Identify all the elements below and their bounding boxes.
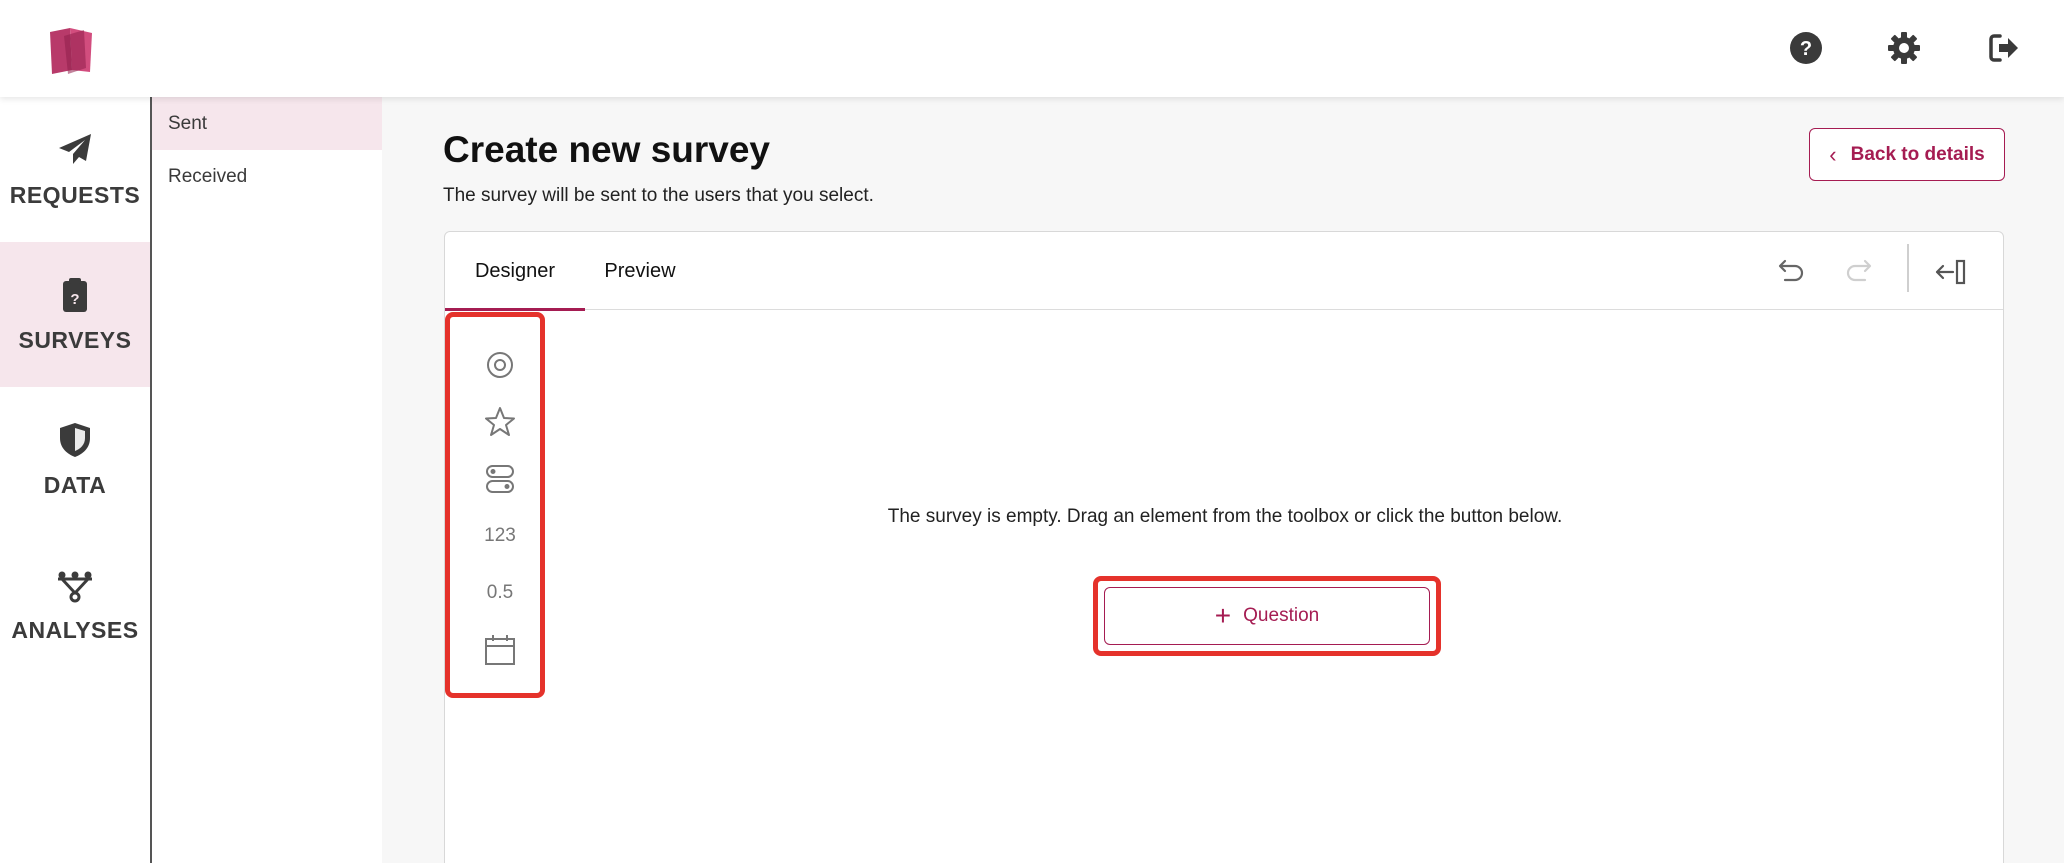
back-button-label: Back to details: [1850, 143, 1985, 165]
subnav-item-received[interactable]: Received: [152, 150, 382, 203]
nav-label: ANALYSES: [11, 617, 139, 643]
plus-icon: +: [1214, 600, 1232, 631]
toggle-icon: [486, 465, 514, 493]
nav-surveys[interactable]: ? SURVEYS: [0, 242, 150, 387]
toolbox-number-label: 123: [484, 525, 516, 546]
subnav-item-sent[interactable]: Sent: [152, 97, 382, 150]
nav-label: SURVEYS: [18, 327, 132, 353]
top-bar: ?: [0, 0, 2064, 97]
redo-icon[interactable]: [1843, 254, 1879, 290]
survey-designer-panel: Designer Preview 123 0.5 The survey is e…: [444, 231, 2004, 863]
page-subtitle: The survey will be sent to the users tha…: [443, 185, 874, 206]
main-content: Create new survey The survey will be sen…: [382, 97, 2064, 863]
star-icon: [485, 407, 515, 436]
question-button-highlight: + Question: [1093, 576, 1441, 656]
designer-tab-bar: Designer Preview: [445, 232, 2003, 311]
undo-icon[interactable]: [1771, 254, 1807, 290]
nav-label: REQUESTS: [9, 182, 141, 208]
tab-preview[interactable]: Preview: [585, 232, 695, 310]
settings-gear-icon[interactable]: [1886, 30, 1922, 66]
toolbox-item-radio[interactable]: [472, 343, 528, 387]
clipboard-icon: ?: [63, 278, 87, 312]
toolbox-item-date[interactable]: [472, 628, 528, 672]
svg-text:?: ?: [70, 291, 79, 308]
nav-label: DATA: [43, 472, 107, 498]
back-to-details-button[interactable]: ‹ Back to details: [1809, 128, 2005, 181]
nodes-icon: [58, 571, 92, 603]
toolbox-decimal-label: 0.5: [486, 582, 514, 603]
toolbox-item-boolean[interactable]: [472, 457, 528, 501]
add-question-label: Question: [1243, 605, 1320, 626]
book-logo-icon[interactable]: [46, 24, 98, 76]
chevron-left-icon: ‹: [1829, 141, 1837, 167]
paper-plane-icon: [59, 134, 91, 164]
nav-data[interactable]: DATA: [0, 387, 150, 532]
collapse-panel-icon[interactable]: [1933, 254, 1969, 290]
radio-icon: [487, 352, 513, 378]
main-nav: REQUESTS ? SURVEYS DATA ANALYSES: [0, 97, 152, 863]
nav-requests[interactable]: REQUESTS: [0, 97, 150, 242]
empty-survey-message: The survey is empty. Drag an element fro…: [887, 506, 1563, 527]
calendar-icon: [485, 635, 515, 665]
shield-icon: [60, 423, 90, 457]
logout-icon[interactable]: [1986, 30, 2022, 66]
add-question-button[interactable]: + Question: [1104, 587, 1430, 645]
toolbar-separator: [1907, 244, 1909, 292]
page-title: Create new survey: [443, 129, 771, 170]
toolbox-item-rating[interactable]: [472, 400, 528, 444]
tab-designer[interactable]: Designer: [445, 232, 585, 311]
nav-analyses[interactable]: ANALYSES: [0, 532, 150, 677]
question-toolbox: 123 0.5: [445, 312, 545, 698]
svg-text:?: ?: [1800, 38, 1812, 60]
toolbox-item-decimal[interactable]: 0.5: [472, 571, 528, 615]
sub-nav: Sent Received: [152, 97, 382, 863]
help-icon[interactable]: ?: [1788, 30, 1824, 66]
